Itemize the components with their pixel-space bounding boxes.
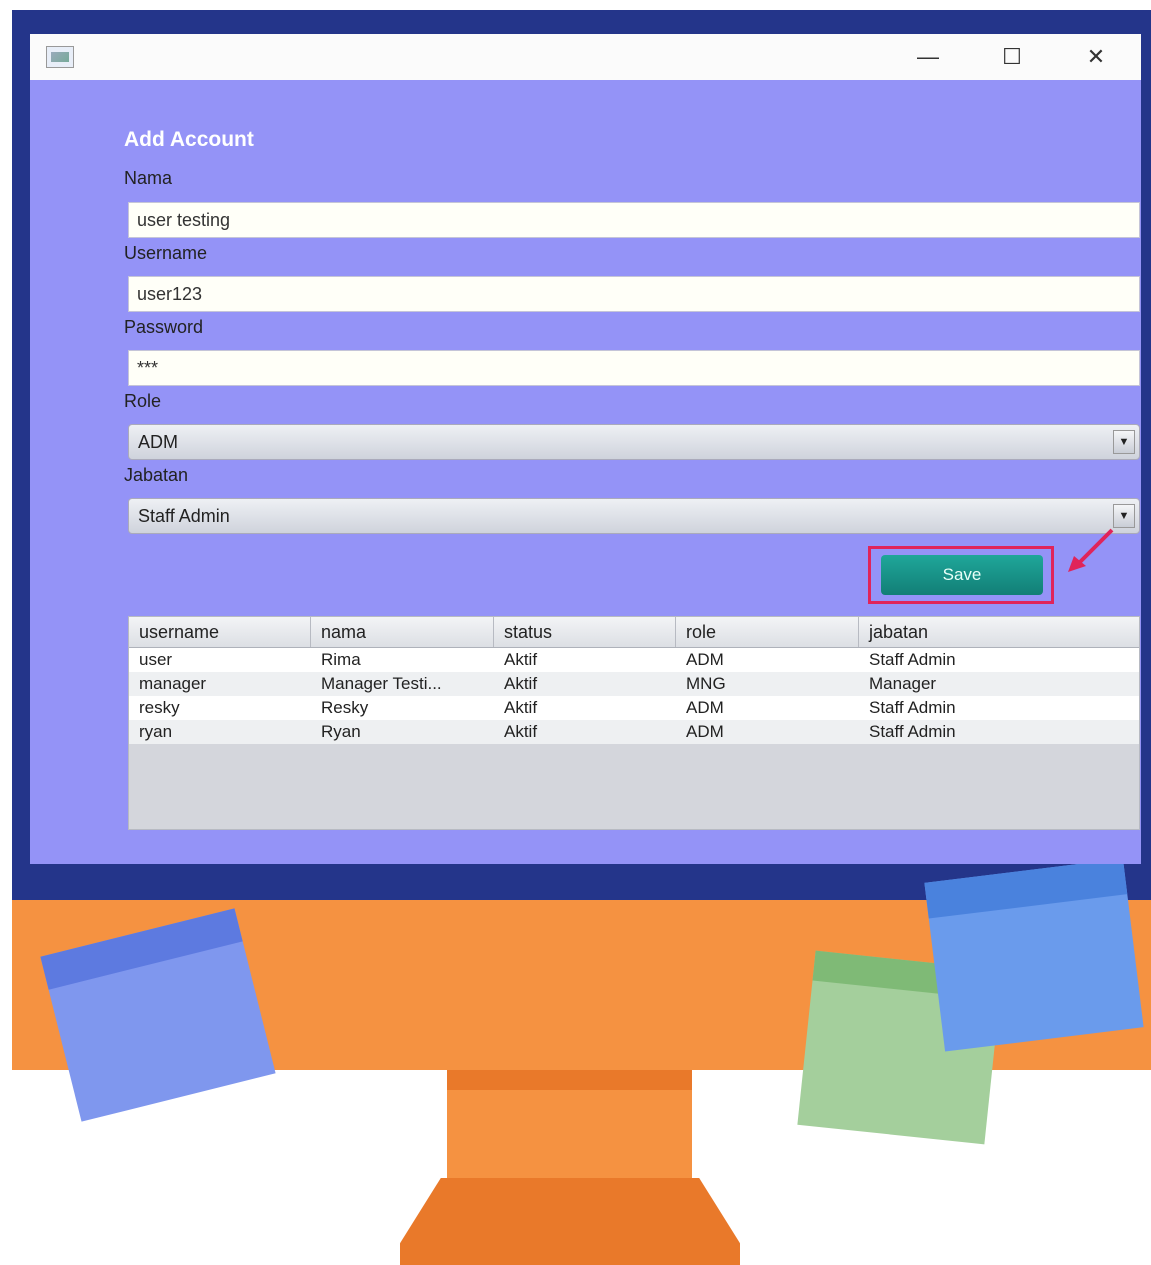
- jabatan-select[interactable]: Staff Admin ▼: [128, 498, 1140, 534]
- column-header-role[interactable]: role: [676, 617, 859, 647]
- jabatan-select-value: Staff Admin: [138, 506, 230, 526]
- cell-role: ADM: [686, 650, 724, 669]
- chevron-down-icon[interactable]: ▼: [1113, 430, 1135, 454]
- table-row[interactable]: user Rima Aktif ADM Staff Admin: [129, 648, 1139, 672]
- cell-jabatan: Manager: [869, 674, 937, 693]
- column-header-status[interactable]: status: [494, 617, 676, 647]
- close-button[interactable]: ✕: [1076, 42, 1116, 72]
- username-field[interactable]: user123: [128, 276, 1140, 312]
- cell-status: Aktif: [504, 674, 538, 693]
- cell-jabatan: Staff Admin: [869, 698, 956, 717]
- nama-label: Nama: [124, 168, 173, 188]
- username-label: Username: [124, 243, 208, 263]
- cell-username: manager: [139, 674, 207, 693]
- monitor-base: [400, 1178, 740, 1265]
- cell-status: Aktif: [504, 650, 538, 669]
- cell-role: ADM: [686, 722, 724, 741]
- password-label: Password: [124, 317, 204, 337]
- monitor-neck-shadow: [447, 1070, 692, 1090]
- cell-jabatan: Staff Admin: [869, 722, 956, 741]
- cell-username: resky: [139, 698, 180, 717]
- cell-username: user: [139, 650, 173, 669]
- cell-username: ryan: [139, 722, 173, 741]
- column-header-username[interactable]: username: [129, 617, 311, 647]
- nama-field[interactable]: user testing: [128, 202, 1140, 238]
- minimize-button[interactable]: —: [908, 42, 948, 72]
- cell-status: Aktif: [504, 722, 538, 741]
- pointer-arrow-icon: [1068, 528, 1114, 572]
- save-button[interactable]: Save: [881, 555, 1043, 595]
- table-row[interactable]: manager Manager Testi... Aktif MNG Manag…: [129, 672, 1139, 696]
- role-label: Role: [124, 391, 162, 411]
- column-header-nama[interactable]: nama: [311, 617, 494, 647]
- cell-nama: Resky: [321, 698, 369, 717]
- page-title: Add Account: [124, 128, 254, 151]
- role-select-value: ADM: [138, 432, 178, 452]
- chevron-down-icon[interactable]: ▼: [1113, 504, 1135, 528]
- table-header: username nama status role jabatan: [129, 617, 1139, 648]
- app-icon: [46, 46, 74, 68]
- table-row[interactable]: ryan Ryan Aktif ADM Staff Admin: [129, 720, 1139, 744]
- title-bar: — ☐ ✕: [30, 34, 1141, 80]
- cell-nama: Manager Testi...: [321, 674, 442, 693]
- monitor-neck: [447, 1090, 692, 1178]
- sticky-note-blue: [924, 858, 1144, 1052]
- cell-role: MNG: [686, 674, 726, 693]
- accounts-table[interactable]: username nama status role jabatan user R…: [128, 616, 1140, 830]
- password-field[interactable]: ***: [128, 350, 1140, 386]
- cell-status: Aktif: [504, 698, 538, 717]
- cell-jabatan: Staff Admin: [869, 650, 956, 669]
- cell-nama: Ryan: [321, 722, 361, 741]
- add-account-window: — ☐ ✕ Add Account Nama user testing User…: [30, 34, 1141, 864]
- maximize-button[interactable]: ☐: [992, 42, 1032, 72]
- column-header-jabatan[interactable]: jabatan: [859, 617, 1139, 647]
- role-select[interactable]: ADM ▼: [128, 424, 1140, 460]
- jabatan-label: Jabatan: [124, 465, 189, 485]
- cell-role: ADM: [686, 698, 724, 717]
- table-row[interactable]: resky Resky Aktif ADM Staff Admin: [129, 696, 1139, 720]
- cell-nama: Rima: [321, 650, 361, 669]
